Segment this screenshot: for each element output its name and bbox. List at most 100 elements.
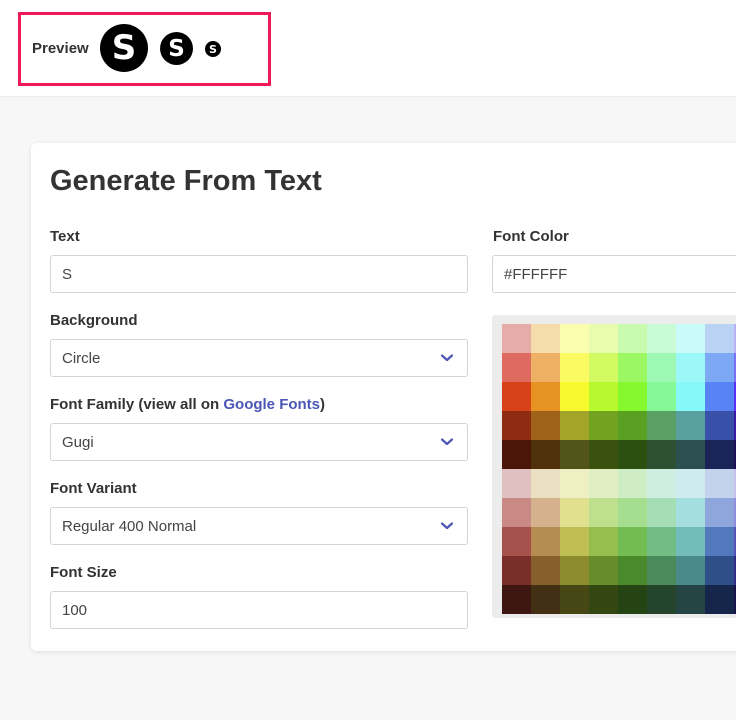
color-swatch[interactable] [676,469,705,498]
color-swatch[interactable] [647,469,676,498]
color-swatch[interactable] [531,324,560,353]
color-swatch[interactable] [676,382,705,411]
color-swatch[interactable] [647,585,676,614]
color-swatch[interactable] [560,556,589,585]
color-swatch[interactable] [676,498,705,527]
font-family-select[interactable]: Gugi [50,423,468,461]
color-swatch[interactable] [589,440,618,469]
color-swatch[interactable] [647,440,676,469]
color-swatch[interactable] [589,411,618,440]
color-swatch[interactable] [502,498,531,527]
color-swatch[interactable] [531,440,560,469]
font-family-label-prefix: Font Family (view all on [50,396,224,413]
google-fonts-link[interactable]: Google Fonts [223,396,320,413]
color-swatch[interactable] [589,324,618,353]
color-swatch[interactable] [589,469,618,498]
color-swatch[interactable] [705,498,734,527]
color-swatch[interactable] [705,469,734,498]
color-swatch[interactable] [705,440,734,469]
color-swatch[interactable] [531,382,560,411]
color-swatch[interactable] [705,556,734,585]
font-variant-select[interactable]: Regular 400 Normal [50,507,468,545]
color-swatch[interactable] [705,353,734,382]
chevron-down-icon [441,354,453,362]
color-swatch[interactable] [502,411,531,440]
color-swatch[interactable] [560,382,589,411]
color-swatch[interactable] [618,469,647,498]
preview-label: Preview [32,40,89,57]
font-size-input-value: 100 [62,601,88,619]
color-swatch[interactable] [589,585,618,614]
color-swatch[interactable] [531,498,560,527]
font-size-input[interactable]: 100 [50,591,468,629]
color-swatch[interactable] [647,382,676,411]
color-swatch[interactable] [705,324,734,353]
color-swatch[interactable] [676,411,705,440]
color-swatch[interactable] [560,469,589,498]
color-swatch[interactable] [531,469,560,498]
color-swatch[interactable] [589,556,618,585]
color-swatch[interactable] [676,556,705,585]
text-input-value: S [62,265,73,283]
font-color-input[interactable]: #FFFFFF [492,255,736,293]
color-swatch[interactable] [647,411,676,440]
font-variant-label: Font Variant [50,480,137,497]
color-swatch[interactable] [531,353,560,382]
color-swatch[interactable] [589,527,618,556]
color-swatch[interactable] [647,498,676,527]
color-swatch[interactable] [618,382,647,411]
avatar-preview-small: S [205,41,221,57]
color-swatch[interactable] [502,585,531,614]
color-swatch[interactable] [531,527,560,556]
color-swatch[interactable] [560,324,589,353]
chevron-down-icon [441,522,453,530]
color-swatch[interactable] [560,527,589,556]
color-swatch[interactable] [560,585,589,614]
color-swatch[interactable] [618,498,647,527]
color-swatch[interactable] [618,527,647,556]
color-swatch[interactable] [618,440,647,469]
color-swatch[interactable] [618,324,647,353]
color-swatch[interactable] [647,556,676,585]
color-swatch[interactable] [705,411,734,440]
color-swatch[interactable] [502,440,531,469]
avatar-preview-medium: S [160,32,193,65]
color-swatch[interactable] [676,585,705,614]
color-swatch[interactable] [502,324,531,353]
color-swatch[interactable] [589,498,618,527]
color-swatch[interactable] [618,556,647,585]
color-swatch[interactable] [502,382,531,411]
color-swatch[interactable] [705,527,734,556]
color-swatch[interactable] [560,440,589,469]
font-size-label: Font Size [50,564,117,581]
color-swatch[interactable] [560,498,589,527]
color-swatch[interactable] [647,353,676,382]
color-swatch[interactable] [560,411,589,440]
color-swatch[interactable] [676,440,705,469]
color-swatch[interactable] [589,382,618,411]
color-swatch[interactable] [589,353,618,382]
color-swatch[interactable] [502,353,531,382]
font-family-label: Font Family (view all on Google Fonts) [50,396,325,413]
text-input[interactable]: S [50,255,468,293]
background-select[interactable]: Circle [50,339,468,377]
color-swatch[interactable] [502,527,531,556]
color-swatch[interactable] [676,324,705,353]
color-swatch[interactable] [618,353,647,382]
font-variant-select-value: Regular 400 Normal [62,517,197,535]
color-swatch[interactable] [502,556,531,585]
color-swatch[interactable] [618,411,647,440]
color-swatch[interactable] [647,527,676,556]
color-swatch[interactable] [676,527,705,556]
color-swatch[interactable] [705,382,734,411]
color-swatch[interactable] [531,411,560,440]
color-swatch[interactable] [618,585,647,614]
color-swatch[interactable] [676,353,705,382]
font-color-input-value: #FFFFFF [504,265,568,283]
color-swatch[interactable] [560,353,589,382]
color-swatch[interactable] [531,556,560,585]
color-swatch[interactable] [502,469,531,498]
color-swatch[interactable] [647,324,676,353]
color-swatch[interactable] [705,585,734,614]
color-swatch[interactable] [531,585,560,614]
